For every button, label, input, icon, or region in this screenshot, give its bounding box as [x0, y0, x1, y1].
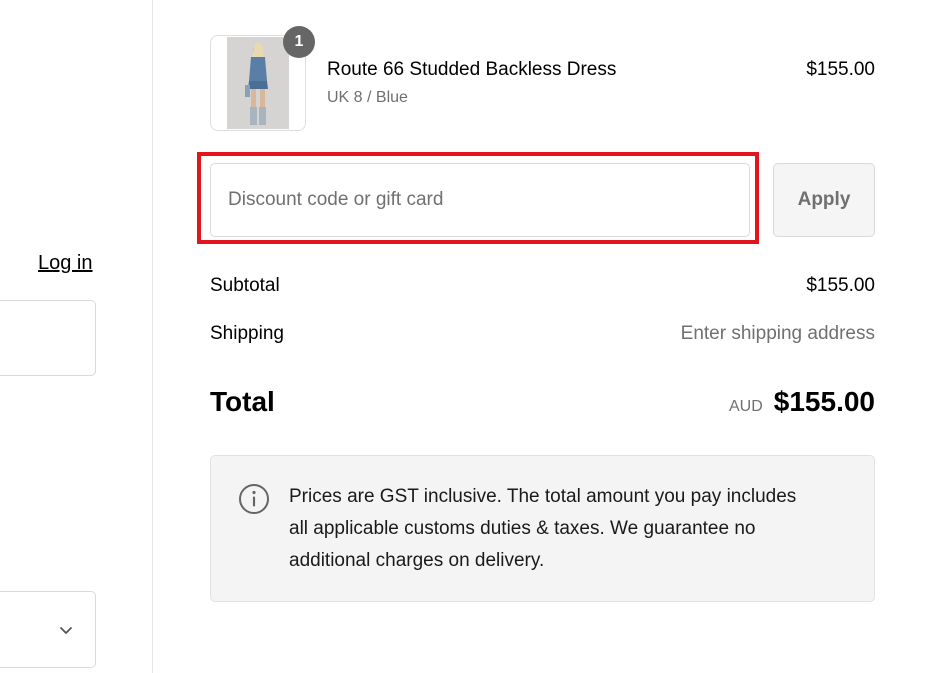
contact-input[interactable]: [0, 300, 96, 376]
subtotal-value: $155.00: [806, 275, 875, 296]
login-link[interactable]: Log in: [38, 252, 93, 275]
product-image: [227, 37, 289, 129]
product-name: Route 66 Studded Backless Dress: [327, 59, 617, 80]
customer-info-pane: Log in: [0, 0, 152, 673]
tax-notice-text: Prices are GST inclusive. The total amou…: [289, 486, 797, 571]
product-price: $155.00: [806, 59, 875, 80]
total-value: $155.00: [773, 386, 875, 417]
info-icon: [239, 484, 269, 514]
shipping-label: Shipping: [210, 323, 284, 344]
total-label: Total: [210, 386, 275, 417]
pane-divider: [152, 0, 153, 673]
currency-code: AUD: [729, 398, 763, 415]
chevron-down-icon: [60, 627, 72, 634]
total-amount: AUD $155.00: [729, 386, 875, 418]
apply-discount-button[interactable]: Apply: [773, 163, 875, 237]
country-select[interactable]: [0, 591, 96, 668]
product-variant: UK 8 / Blue: [327, 89, 408, 106]
discount-code-input[interactable]: [210, 163, 750, 237]
shipping-value: Enter shipping address: [680, 323, 875, 344]
subtotal-label: Subtotal: [210, 275, 280, 296]
tax-notice: Prices are GST inclusive. The total amou…: [210, 455, 875, 602]
quantity-badge: 1: [283, 26, 315, 58]
